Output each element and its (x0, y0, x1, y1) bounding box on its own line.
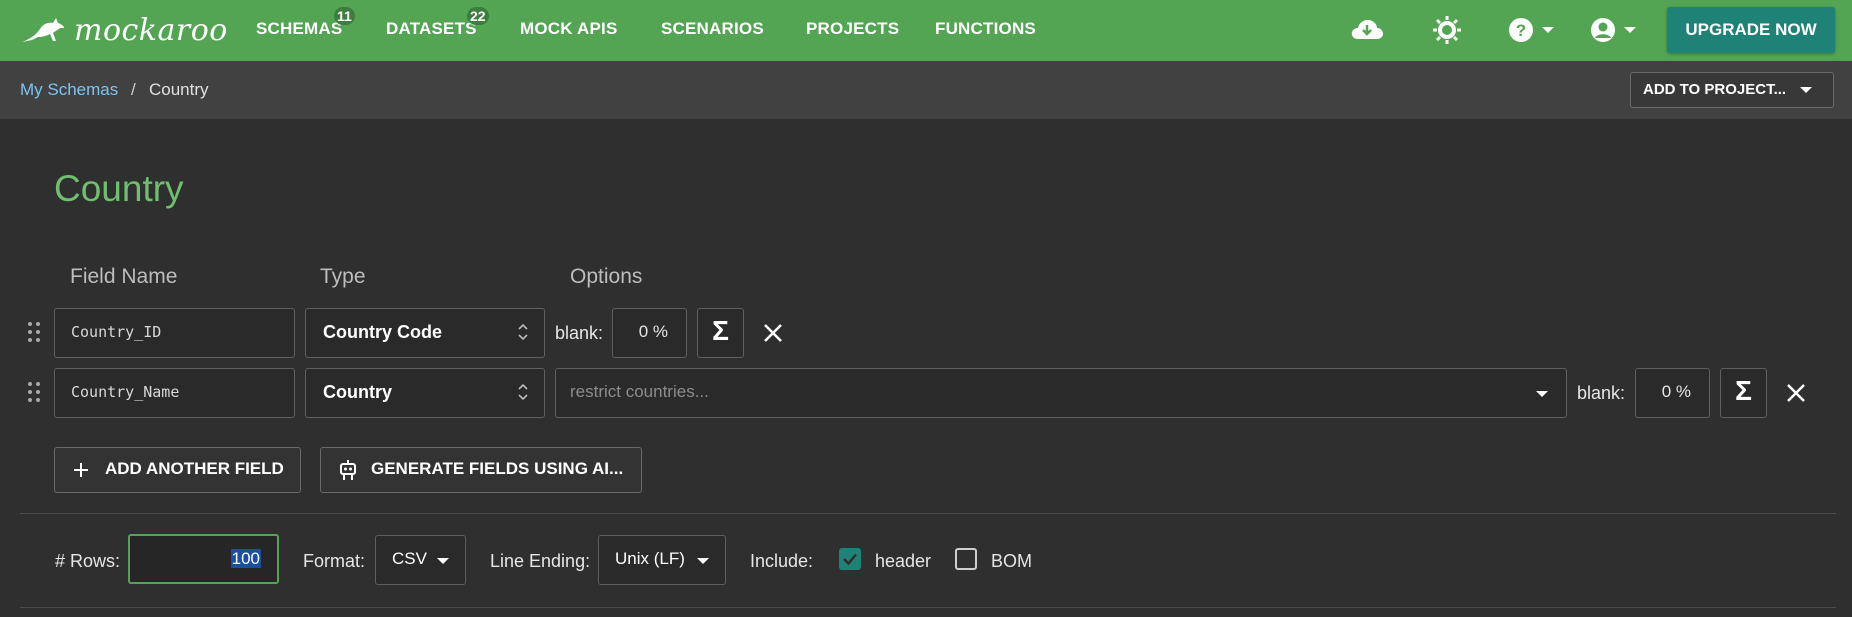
upgrade-now-button[interactable]: UPGRADE NOW (1667, 7, 1835, 53)
divider (20, 607, 1836, 608)
generate-fields-ai-button[interactable]: GENERATE FIELDS USING AI... (320, 447, 642, 493)
account-menu-button[interactable] (1590, 15, 1636, 45)
breadcrumb-current: Country (149, 80, 209, 99)
field-name-input[interactable]: Country_Name (54, 368, 295, 418)
breadcrumb-separator: / (131, 80, 136, 99)
chevron-down-icon (1800, 87, 1813, 94)
chevron-down-icon (1536, 391, 1548, 397)
nav-datasets[interactable]: DATASETS (386, 0, 477, 61)
formula-button[interactable]: Σ (697, 308, 744, 358)
format-value: CSV (392, 549, 427, 568)
add-another-field-button[interactable]: ADD ANOTHER FIELD (54, 447, 301, 493)
nav-schemas[interactable]: SCHEMAS (256, 0, 342, 61)
nav-datasets-label: DATASETS (386, 19, 477, 38)
download-button[interactable] (1350, 15, 1384, 45)
restrict-countries-select[interactable]: restrict countries... (555, 368, 1567, 418)
add-to-project-label: ADD TO PROJECT... (1643, 81, 1787, 98)
line-ending-label: Line Ending: (490, 551, 591, 571)
rows-count-value: 100 (230, 549, 261, 568)
sort-arrows-icon (518, 323, 528, 341)
brand-name: mockaroo (74, 12, 228, 48)
field-type-select[interactable]: Country Code (305, 308, 545, 358)
robot-icon (340, 460, 356, 480)
nav-projects[interactable]: PROJECTS (806, 0, 899, 61)
restrict-countries-placeholder: restrict countries... (570, 382, 709, 401)
drag-handle-icon[interactable] (28, 382, 42, 404)
nav-scenarios[interactable]: SCENARIOS (661, 0, 764, 61)
breadcrumb-my-schemas-link[interactable]: My Schemas (20, 80, 118, 100)
datasets-count-badge: 22 (467, 7, 489, 25)
add-another-field-label: ADD ANOTHER FIELD (105, 459, 284, 478)
format-select[interactable]: CSV (375, 535, 466, 585)
include-label: Include: (750, 551, 814, 571)
svg-text:?: ? (1516, 21, 1526, 40)
checkmark-icon (843, 553, 857, 566)
options-header: Options (570, 265, 643, 288)
add-to-project-button[interactable]: ADD TO PROJECT... (1630, 72, 1834, 108)
cloud-download-icon (1351, 20, 1383, 39)
blank-percent-input[interactable]: 0 % (612, 308, 687, 358)
schema-title[interactable]: Country (54, 168, 184, 210)
account-icon (1591, 18, 1615, 42)
nav-mock-apis[interactable]: MOCK APIS (520, 0, 618, 61)
type-header: Type (320, 265, 366, 288)
field-type-select[interactable]: Country (305, 368, 545, 418)
sort-arrows-icon (518, 383, 528, 401)
generate-fields-ai-label: GENERATE FIELDS USING AI... (371, 459, 624, 478)
sigma-icon: Σ (712, 315, 729, 346)
remove-field-icon[interactable] (1785, 382, 1807, 404)
brightness-icon (1433, 16, 1461, 44)
blank-percent-input[interactable]: 0 % (1635, 368, 1710, 418)
nav-projects-label: PROJECTS (806, 19, 900, 38)
divider (20, 513, 1836, 514)
nav-functions[interactable]: FUNCTIONS (935, 0, 1036, 61)
chevron-down-icon (1624, 27, 1636, 33)
header-checkbox-label: header (875, 551, 932, 571)
field-name-header: Field Name (70, 265, 178, 288)
nav-mock-apis-label: MOCK APIS (520, 19, 618, 38)
formula-button[interactable]: Σ (1720, 368, 1767, 418)
plus-icon (74, 463, 88, 477)
chevron-down-icon (1542, 27, 1554, 33)
help-icon: ? (1509, 18, 1533, 42)
blank-label: blank: (1577, 383, 1626, 403)
help-menu-button[interactable]: ? (1508, 15, 1554, 45)
line-ending-select[interactable]: Unix (LF) (598, 535, 726, 585)
mockaroo-logo[interactable]: mockaroo (20, 12, 228, 48)
drag-handle-icon[interactable] (28, 322, 42, 344)
format-label: Format: (303, 551, 366, 571)
line-ending-value: Unix (LF) (615, 549, 685, 568)
field-type-value: Country (323, 382, 392, 402)
header-checkbox[interactable] (839, 548, 861, 570)
nav-functions-label: FUNCTIONS (935, 19, 1036, 38)
field-type-value: Country Code (323, 322, 442, 342)
bom-checkbox-label: BOM (991, 551, 1033, 571)
breadcrumb-bar (0, 61, 1852, 119)
rows-label: # Rows: (55, 551, 121, 571)
chevron-down-icon (437, 558, 449, 564)
sigma-icon: Σ (1735, 375, 1752, 406)
nav-scenarios-label: SCENARIOS (661, 19, 764, 38)
field-name-input[interactable]: Country_ID (54, 308, 295, 358)
kangaroo-icon (22, 18, 64, 42)
remove-field-icon[interactable] (762, 322, 784, 344)
theme-toggle-button[interactable] (1432, 15, 1462, 45)
nav-schemas-label: SCHEMAS (256, 19, 343, 38)
blank-label: blank: (555, 323, 604, 343)
top-navbar: mockaroo SCHEMAS 11 DATASETS 22 MOCK API… (0, 0, 1852, 61)
rows-count-input[interactable]: 100 (128, 534, 279, 584)
schemas-count-badge: 11 (334, 7, 355, 25)
bom-checkbox[interactable] (955, 548, 977, 570)
chevron-down-icon (697, 558, 709, 564)
